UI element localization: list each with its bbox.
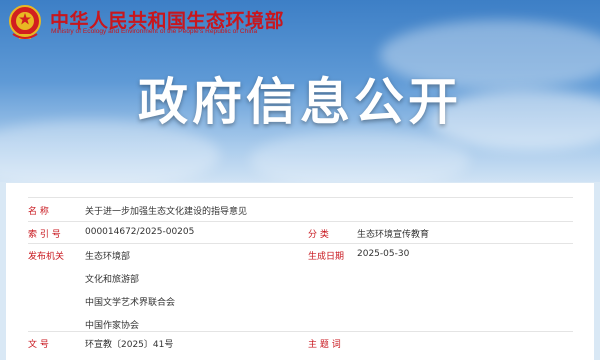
name-label: 名 称 bbox=[28, 207, 49, 217]
doc-no-label: 文 号 bbox=[28, 340, 49, 350]
info-row-docno: 文 号 环宣教〔2025〕41号 主 题 词 bbox=[28, 331, 573, 357]
header-banner: 中华人民共和国生态环境部 Ministry of Ecology and Env… bbox=[0, 0, 600, 182]
date-label: 生成日期 bbox=[308, 252, 345, 262]
category-label: 分 类 bbox=[308, 230, 329, 240]
name-value: 关于进一步加强生态文化建设的指导意见 bbox=[85, 207, 248, 217]
issuer-item: 中国作家协会 bbox=[85, 321, 140, 331]
issuer-item: 生态环境部 bbox=[85, 252, 131, 262]
category-value: 生态环境宣传教育 bbox=[357, 230, 430, 240]
ministry-name-en[interactable]: Ministry of Ecology and Environment of t… bbox=[51, 28, 257, 35]
date-value: 2025-05-30 bbox=[357, 249, 410, 259]
info-row-issuer: 发布机关 生态环境部 文化和旅游部 中国文学艺术界联合会 中国作家协会 生成日期… bbox=[28, 243, 573, 337]
issuer-item: 文化和旅游部 bbox=[85, 275, 140, 285]
index-label: 索 引 号 bbox=[28, 230, 61, 240]
subject-label: 主 题 词 bbox=[308, 340, 341, 350]
national-emblem-icon[interactable] bbox=[8, 4, 42, 42]
issuer-item: 中国文学艺术界联合会 bbox=[85, 298, 176, 308]
index-value: 000014672/2025-00205 bbox=[85, 227, 195, 237]
page-title: 政府信息公开 bbox=[138, 73, 462, 131]
doc-no-value: 环宣教〔2025〕41号 bbox=[85, 340, 174, 350]
info-row-name: 名 称 关于进一步加强生态文化建设的指导意见 bbox=[28, 197, 573, 221]
cloud-decoration bbox=[250, 130, 470, 182]
info-row-index: 索 引 号 000014672/2025-00205 分 类 生态环境宣传教育 bbox=[28, 221, 573, 243]
info-panel: 名 称 关于进一步加强生态文化建设的指导意见 索 引 号 000014672/2… bbox=[6, 183, 594, 360]
issuer-label: 发布机关 bbox=[28, 252, 65, 262]
